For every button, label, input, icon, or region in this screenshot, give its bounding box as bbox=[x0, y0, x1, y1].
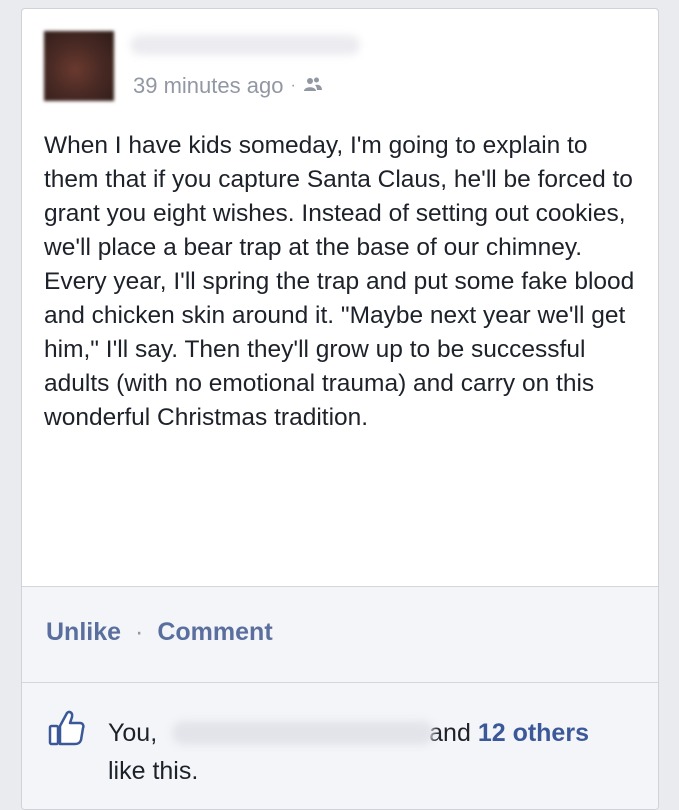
comment-button[interactable]: Comment bbox=[157, 618, 272, 647]
post-text: When I have kids someday, I'm going to e… bbox=[44, 132, 635, 431]
likes-others-link[interactable]: 12 others bbox=[478, 719, 589, 747]
likes-tail: like this. bbox=[108, 757, 199, 785]
unlike-button[interactable]: Unlike bbox=[46, 618, 121, 647]
post-timestamp[interactable]: 39 minutes ago bbox=[133, 73, 283, 99]
actions-separator: · bbox=[135, 618, 144, 646]
post-card: 39 minutes ago · When I have kids someda… bbox=[21, 8, 659, 810]
likes-you: You, bbox=[108, 719, 158, 747]
author-avatar[interactable] bbox=[44, 31, 114, 101]
post-actions: Unlike · Comment bbox=[46, 618, 273, 647]
thumbs-up-icon bbox=[48, 710, 85, 746]
friends-icon[interactable] bbox=[303, 73, 323, 99]
likes-and: and bbox=[429, 719, 471, 747]
liker-names-redacted[interactable] bbox=[172, 721, 434, 745]
author-name-redacted[interactable] bbox=[130, 35, 360, 55]
post-meta: 39 minutes ago · bbox=[133, 73, 323, 99]
meta-separator: · bbox=[290, 77, 296, 94]
